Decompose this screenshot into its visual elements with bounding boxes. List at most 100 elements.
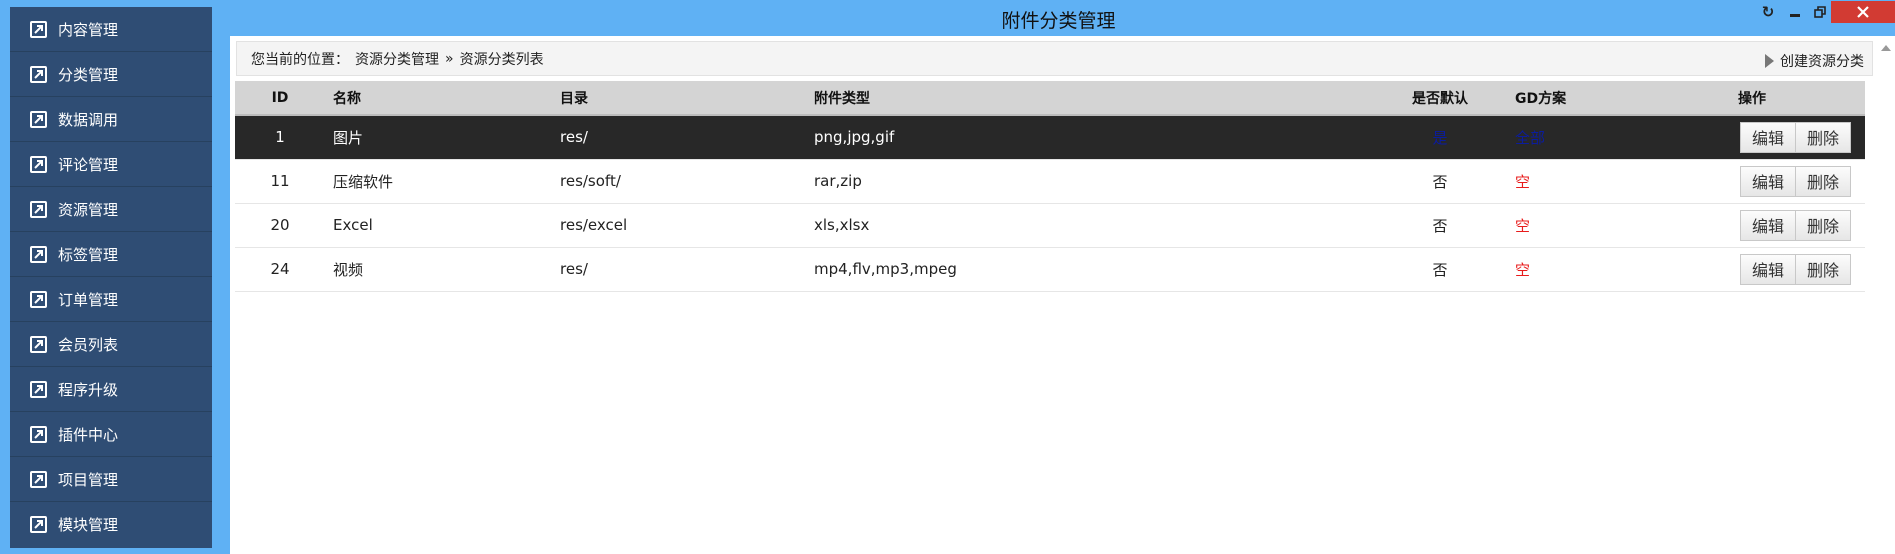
cell-dir: res/ bbox=[560, 128, 588, 147]
cell-id: 11 bbox=[270, 172, 290, 190]
sidebar-item-label: 模块管理 bbox=[58, 516, 119, 534]
cell-id: 24 bbox=[270, 260, 290, 278]
external-link-icon bbox=[30, 290, 47, 308]
table-row[interactable]: 11 压缩软件 res/soft/ rar,zip 否 空 编辑 删除 bbox=[235, 159, 1865, 203]
cell-name: 图片 bbox=[333, 128, 364, 147]
close-icon[interactable] bbox=[1831, 1, 1895, 23]
breadcrumb-level1[interactable]: 资源分类管理 bbox=[355, 49, 439, 69]
external-link-icon bbox=[30, 380, 47, 398]
cell-dir: res/excel bbox=[560, 216, 628, 234]
sidebar-item-label: 评论管理 bbox=[58, 155, 119, 174]
cell-gd: 空 bbox=[1515, 172, 1531, 191]
cell-name: 视频 bbox=[333, 260, 364, 279]
cell-id: 1 bbox=[275, 128, 285, 147]
sidebar: 内容管理 分类管理 数据调用 评论管理 资源管理 标签管理 订单管理 会员列表 … bbox=[0, 0, 222, 554]
delete-button[interactable]: 删除 bbox=[1796, 209, 1852, 241]
minimize-icon[interactable] bbox=[1782, 1, 1808, 23]
cell-default: 否 bbox=[1432, 172, 1448, 191]
sidebar-item-tags[interactable]: 标签管理 bbox=[10, 232, 212, 277]
create-label: 创建资源分类 bbox=[1780, 54, 1864, 70]
cell-types: mp4,flv,mp3,mpeg bbox=[814, 260, 957, 278]
breadcrumb: 您当前的位置： 资源分类管理 » 资源分类列表 创建资源分类 bbox=[236, 41, 1873, 76]
col-default: 是否默认 bbox=[1375, 81, 1505, 116]
cell-gd: 空 bbox=[1515, 216, 1531, 235]
breadcrumb-prefix: 您当前的位置： bbox=[251, 51, 349, 68]
sidebar-item-label: 标签管理 bbox=[58, 245, 119, 264]
external-link-icon bbox=[30, 65, 47, 83]
edit-button[interactable]: 编辑 bbox=[1740, 165, 1797, 197]
edit-button[interactable]: 编辑 bbox=[1740, 121, 1797, 153]
sidebar-item-label: 插件中心 bbox=[58, 425, 119, 444]
col-types: 附件类型 bbox=[806, 81, 1375, 116]
cell-dir: res/ bbox=[560, 260, 588, 278]
sidebar-item-upgrade[interactable]: 程序升级 bbox=[10, 367, 212, 412]
cell-gd: 空 bbox=[1515, 260, 1531, 279]
table-row[interactable]: 20 Excel res/excel xls,xlsx 否 空 编辑 删除 bbox=[235, 203, 1865, 247]
sidebar-item-label: 数据调用 bbox=[58, 110, 119, 129]
edit-button[interactable]: 编辑 bbox=[1740, 209, 1797, 241]
sidebar-item-comments[interactable]: 评论管理 bbox=[10, 142, 212, 187]
cell-ops: 编辑 删除 bbox=[1720, 247, 1865, 291]
cell-gd: 全部 bbox=[1515, 128, 1546, 147]
sidebar-item-label: 程序升级 bbox=[58, 380, 119, 399]
col-dir: 目录 bbox=[552, 81, 806, 116]
delete-button[interactable]: 删除 bbox=[1796, 165, 1852, 197]
cell-name: Excel bbox=[333, 216, 373, 234]
sidebar-item-label: 订单管理 bbox=[58, 290, 119, 309]
cell-default: 否 bbox=[1432, 260, 1448, 279]
table-row[interactable]: 1 图片 res/ png,jpg,gif 是 全部 编辑 删除 bbox=[235, 115, 1865, 159]
refresh-icon[interactable]: ↻ bbox=[1757, 1, 1779, 23]
cell-ops: 编辑 删除 bbox=[1720, 203, 1865, 247]
sidebar-item-category[interactable]: 分类管理 bbox=[10, 52, 212, 97]
sidebar-item-resources[interactable]: 资源管理 bbox=[10, 187, 212, 232]
col-id: ID bbox=[235, 81, 325, 116]
sidebar-item-members[interactable]: 会员列表 bbox=[10, 322, 212, 367]
delete-button[interactable]: 删除 bbox=[1796, 121, 1852, 153]
cell-id: 20 bbox=[270, 216, 290, 234]
table-row[interactable]: 24 视频 res/ mp4,flv,mp3,mpeg 否 空 编辑 删除 bbox=[235, 247, 1865, 291]
col-ops: 操作 bbox=[1720, 81, 1865, 116]
cell-default: 否 bbox=[1432, 216, 1448, 235]
external-link-icon bbox=[30, 20, 47, 38]
col-name: 名称 bbox=[325, 81, 552, 116]
sidebar-item-data-call[interactable]: 数据调用 bbox=[10, 97, 212, 142]
edit-button[interactable]: 编辑 bbox=[1740, 253, 1797, 285]
cell-ops: 编辑 删除 bbox=[1720, 159, 1865, 203]
external-link-icon bbox=[30, 470, 47, 488]
sidebar-item-label: 内容管理 bbox=[58, 20, 119, 39]
delete-button[interactable]: 删除 bbox=[1796, 253, 1852, 285]
col-gd: GD方案 bbox=[1505, 81, 1720, 116]
main-content: 您当前的位置： 资源分类管理 » 资源分类列表 创建资源分类 ID 名称 目录 … bbox=[230, 36, 1895, 554]
sidebar-item-orders[interactable]: 订单管理 bbox=[10, 277, 212, 322]
sidebar-menu: 内容管理 分类管理 数据调用 评论管理 资源管理 标签管理 订单管理 会员列表 … bbox=[10, 7, 212, 548]
table-header-row: ID 名称 目录 附件类型 是否默认 GD方案 操作 bbox=[235, 81, 1865, 116]
external-link-icon bbox=[30, 155, 47, 173]
cell-types: png,jpg,gif bbox=[814, 128, 895, 147]
external-link-icon bbox=[30, 200, 47, 218]
breadcrumb-level2: 资源分类列表 bbox=[459, 51, 544, 68]
cell-ops: 编辑 删除 bbox=[1720, 115, 1865, 159]
sidebar-item-label: 资源管理 bbox=[58, 200, 119, 219]
scroll-up-icon[interactable] bbox=[1881, 45, 1891, 51]
create-resource-category-button[interactable]: 创建资源分类 bbox=[1765, 51, 1864, 71]
external-link-icon bbox=[30, 425, 47, 443]
sidebar-item-modules[interactable]: 模块管理 bbox=[10, 502, 212, 547]
external-link-icon bbox=[30, 335, 47, 353]
window-title: 附件分类管理 bbox=[1001, 10, 1116, 32]
cell-dir: res/soft/ bbox=[560, 172, 621, 190]
external-link-icon bbox=[30, 245, 47, 263]
scrollbar[interactable] bbox=[1877, 41, 1893, 554]
restore-icon[interactable] bbox=[1809, 1, 1831, 23]
breadcrumb-separator: » bbox=[445, 50, 454, 67]
sidebar-item-label: 项目管理 bbox=[58, 470, 119, 489]
sidebar-item-label: 分类管理 bbox=[58, 65, 119, 84]
category-table: ID 名称 目录 附件类型 是否默认 GD方案 操作 1 图片 res/ png… bbox=[235, 81, 1865, 292]
cell-default: 是 bbox=[1432, 128, 1448, 147]
sidebar-item-label: 会员列表 bbox=[58, 335, 119, 354]
sidebar-item-content[interactable]: 内容管理 bbox=[10, 7, 212, 52]
sidebar-item-projects[interactable]: 项目管理 bbox=[10, 457, 212, 502]
title-bar: 附件分类管理 ↻ bbox=[222, 0, 1895, 34]
external-link-icon bbox=[30, 516, 47, 533]
sidebar-item-plugins[interactable]: 插件中心 bbox=[10, 412, 212, 457]
cell-types: rar,zip bbox=[814, 172, 862, 190]
